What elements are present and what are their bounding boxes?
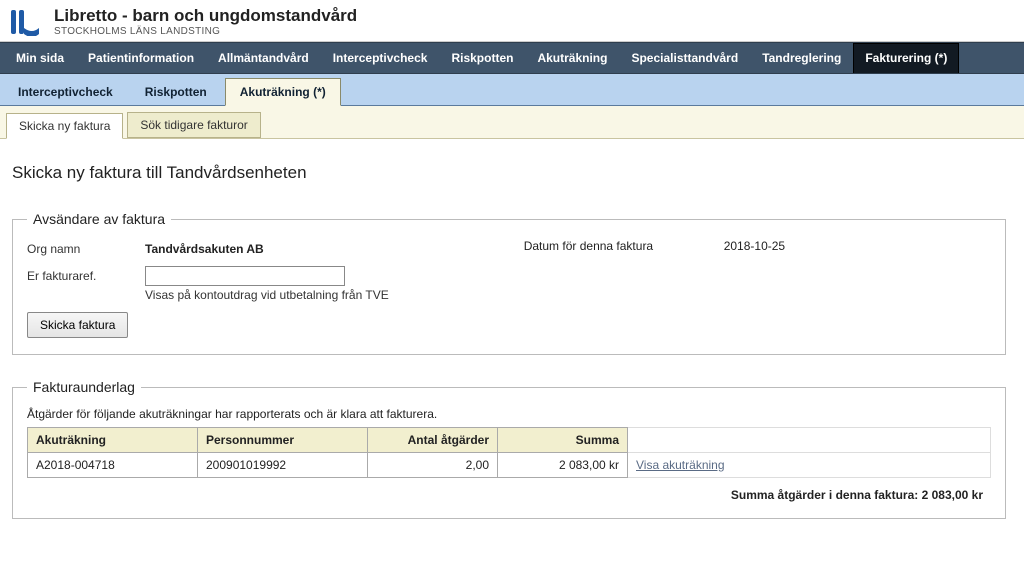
app-header: Libretto - barn och ungdomstandvård STOC…: [0, 0, 1024, 42]
org-name-value: Tandvårdsakuten AB: [145, 239, 264, 256]
app-title: Libretto - barn och ungdomstandvård: [54, 6, 357, 26]
org-name-label: Org namn: [27, 239, 145, 256]
page-content: Skicka ny faktura till Tandvårdsenheten …: [0, 139, 1024, 565]
sender-legend: Avsändare av faktura: [27, 211, 171, 227]
th-summa: Summa: [498, 428, 628, 453]
subtab-akutrakning[interactable]: Akuträkning (*): [225, 78, 341, 106]
cell-akutrakning: A2018-004718: [28, 453, 198, 478]
total-line: Summa åtgärder i denna faktura: 2 083,00…: [27, 478, 991, 502]
th-personnummer: Personnummer: [198, 428, 368, 453]
app-subtitle: STOCKHOLMS LÄNS LANDSTING: [54, 26, 357, 37]
nav-akutrakning[interactable]: Akuträkning: [525, 43, 619, 73]
nav-tandreglering[interactable]: Tandreglering: [750, 43, 853, 73]
subtab-riskpotten[interactable]: Riskpotten: [131, 79, 221, 105]
th-antal: Antal åtgärder: [368, 428, 498, 453]
tertiary-nav: Skicka ny faktura Sök tidigare fakturor: [0, 106, 1024, 139]
send-invoice-button[interactable]: Skicka faktura: [27, 312, 128, 338]
total-value: 2 083,00 kr: [922, 488, 983, 502]
invoice-date-value: 2018-10-25: [724, 239, 785, 253]
sub-nav: Interceptivcheck Riskpotten Akuträkning …: [0, 74, 1024, 106]
underlag-description: Åtgärder för följande akuträkningar har …: [27, 407, 991, 421]
ttab-sok-tidigare-fakturor[interactable]: Sök tidigare fakturor: [127, 112, 260, 138]
underlag-fieldset: Fakturaunderlag Åtgärder för följande ak…: [12, 379, 1006, 519]
nav-patientinformation[interactable]: Patientinformation: [76, 43, 206, 73]
invoice-table: Akuträkning Personnummer Antal åtgärder …: [27, 427, 991, 478]
table-row: A2018-004718 200901019992 2,00 2 083,00 …: [28, 453, 991, 478]
page-heading: Skicka ny faktura till Tandvårdsenheten: [12, 163, 1006, 183]
underlag-legend: Fakturaunderlag: [27, 379, 141, 395]
view-akutrakning-link[interactable]: Visa akuträkning: [636, 458, 725, 472]
total-label: Summa åtgärder i denna faktura:: [731, 488, 918, 502]
cell-personnummer: 200901019992: [198, 453, 368, 478]
ttab-skicka-ny-faktura[interactable]: Skicka ny faktura: [6, 113, 123, 139]
invoice-date-label: Datum för denna faktura: [524, 239, 724, 253]
cell-antal: 2,00: [368, 453, 498, 478]
ref-input[interactable]: [145, 266, 345, 286]
cell-summa: 2 083,00 kr: [498, 453, 628, 478]
nav-allmantandvard[interactable]: Allmäntandvård: [206, 43, 321, 73]
landsting-logo-icon: [8, 7, 44, 37]
nav-fakturering[interactable]: Fakturering (*): [853, 43, 959, 73]
th-action: [628, 428, 991, 453]
sender-fieldset: Avsändare av faktura Org namn Tandvårdsa…: [12, 211, 1006, 355]
th-akutrakning: Akuträkning: [28, 428, 198, 453]
nav-min-sida[interactable]: Min sida: [4, 43, 76, 73]
nav-specialisttandvard[interactable]: Specialisttandvård: [619, 43, 750, 73]
ref-hint: Visas på kontoutdrag vid utbetalning frå…: [145, 288, 389, 302]
ref-label: Er fakturaref.: [27, 266, 145, 283]
main-nav: Min sida Patientinformation Allmäntandvå…: [0, 42, 1024, 74]
nav-interceptivcheck[interactable]: Interceptivcheck: [321, 43, 440, 73]
subtab-interceptivcheck[interactable]: Interceptivcheck: [4, 79, 127, 105]
nav-riskpotten[interactable]: Riskpotten: [439, 43, 525, 73]
